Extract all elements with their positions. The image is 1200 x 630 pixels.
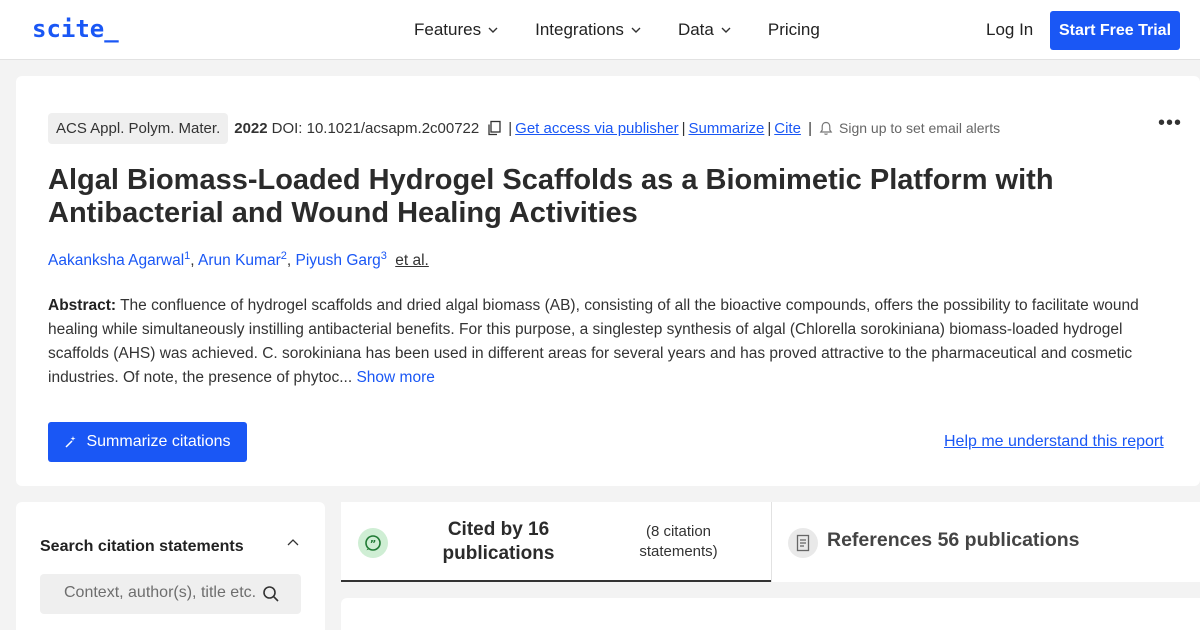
show-more-link[interactable]: Show more xyxy=(356,369,434,386)
login-link[interactable]: Log In xyxy=(986,20,1033,40)
nav-data[interactable]: Data xyxy=(678,20,732,40)
separator: | xyxy=(803,119,813,137)
start-free-trial-button[interactable]: Start Free Trial xyxy=(1050,11,1180,50)
paper-meta-row: ACS Appl. Polym. Mater. 2022 DOI: 10.102… xyxy=(48,112,1000,144)
references-badge xyxy=(788,528,818,558)
citation-statements-count: (8 citation statements) xyxy=(639,523,718,560)
nav-pricing[interactable]: Pricing xyxy=(768,20,820,40)
paper-card: ACS Appl. Polym. Mater. 2022 DOI: 10.102… xyxy=(16,76,1200,486)
document-icon xyxy=(796,534,810,552)
author-link[interactable]: Piyush Garg xyxy=(295,252,380,269)
chevron-down-icon xyxy=(488,27,498,33)
tab-divider xyxy=(771,502,772,582)
abstract-text: The confluence of hydrogel scaffolds and… xyxy=(48,297,1139,386)
svg-text:”: ” xyxy=(370,539,377,550)
nav-data-label: Data xyxy=(677,20,714,39)
abstract: Abstract: The confluence of hydrogel sca… xyxy=(48,294,1168,390)
nav-features[interactable]: Features xyxy=(414,20,499,40)
chevron-down-icon xyxy=(721,27,731,33)
citation-statements-list xyxy=(341,598,1200,630)
affiliation-number: 3 xyxy=(380,250,387,262)
copy-icon[interactable] xyxy=(486,120,502,136)
cited-by-count: Cited by 16 publications xyxy=(442,519,555,564)
search-icon[interactable] xyxy=(262,585,280,603)
summarize-link[interactable]: Summarize xyxy=(688,120,764,137)
speech-quote-icon: ” xyxy=(365,535,381,551)
et-al-toggle[interactable]: et al. xyxy=(395,252,429,269)
doi-text: DOI: 10.1021/acsapm.2c00722 xyxy=(271,119,480,137)
more-options-icon[interactable]: ••• xyxy=(1158,112,1182,135)
scite-logo[interactable]: scite_ xyxy=(32,15,119,43)
email-alerts-link[interactable]: Sign up to set email alerts xyxy=(839,120,1000,136)
help-understand-link[interactable]: Help me understand this report xyxy=(944,433,1164,451)
chevron-up-icon[interactable] xyxy=(286,536,300,550)
quote-badge: ” xyxy=(358,528,388,558)
separator: | xyxy=(681,119,686,137)
search-statements-title: Search citation statements xyxy=(40,538,244,555)
author-link[interactable]: Aakanksha Agarwal xyxy=(48,252,184,269)
affiliation-number: 2 xyxy=(280,250,287,262)
nav-integrations-label: Integrations xyxy=(535,20,624,39)
author-list: Aakanksha Agarwal1, Arun Kumar2, Piyush … xyxy=(48,250,429,270)
nav-integrations[interactable]: Integrations xyxy=(535,20,642,40)
top-navigation-bar: scite_ Features Integrations Data Pricin… xyxy=(0,0,1200,60)
abstract-label: Abstract: xyxy=(48,297,117,314)
chevron-down-icon xyxy=(631,27,641,33)
bell-icon[interactable] xyxy=(819,121,833,136)
citation-search-box xyxy=(40,574,301,614)
tab-cited-by[interactable]: ” Cited by 16 publications (8 citation s… xyxy=(341,502,771,582)
citation-search-panel: Search citation statements xyxy=(16,502,325,630)
summarize-citations-button[interactable]: Summarize citations xyxy=(48,422,247,462)
tab-references[interactable]: References 56 publications xyxy=(827,529,1080,552)
separator: | xyxy=(508,119,513,137)
access-publisher-link[interactable]: Get access via publisher xyxy=(515,120,678,137)
publication-year: 2022 xyxy=(234,119,268,137)
author-link[interactable]: Arun Kumar xyxy=(198,252,281,269)
separator: | xyxy=(767,119,772,137)
cite-link[interactable]: Cite xyxy=(774,120,801,137)
citation-tabs: ” Cited by 16 publications (8 citation s… xyxy=(341,502,1200,582)
paper-title: Algal Biomass-Loaded Hydrogel Scaffolds … xyxy=(48,164,1054,229)
summarize-citations-label: Summarize citations xyxy=(86,433,231,450)
main-nav: Features Integrations Data Pricing xyxy=(414,0,856,60)
magic-wand-icon xyxy=(65,436,76,448)
journal-chip[interactable]: ACS Appl. Polym. Mater. xyxy=(48,112,229,144)
affiliation-number: 1 xyxy=(184,250,191,262)
citation-search-input[interactable] xyxy=(64,584,264,602)
nav-pricing-label: Pricing xyxy=(767,20,820,39)
nav-features-label: Features xyxy=(414,20,482,39)
